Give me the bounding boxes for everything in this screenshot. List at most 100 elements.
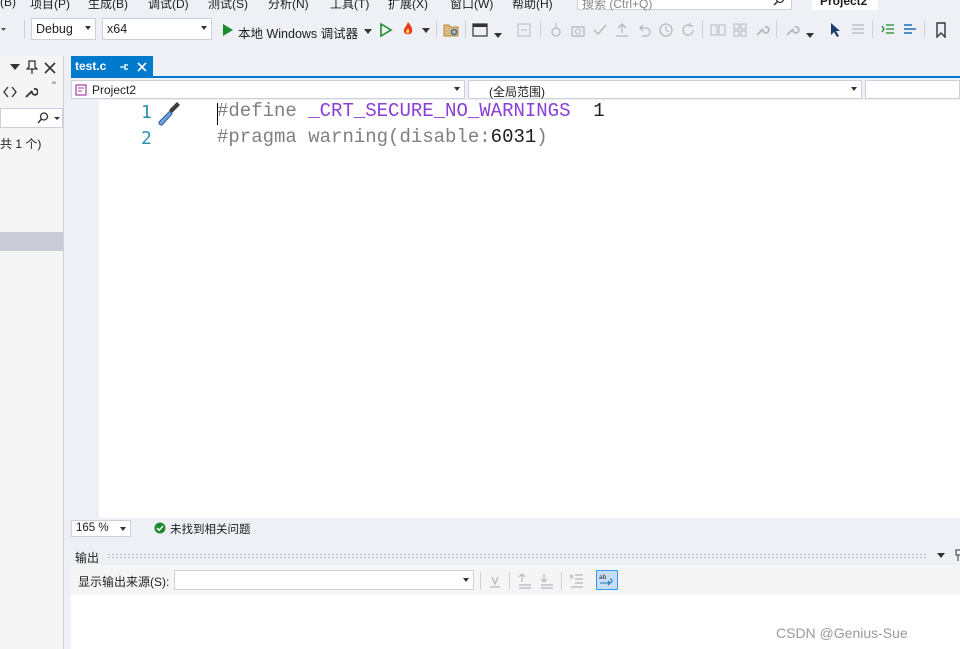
toolbar-separator [480, 572, 481, 590]
word-wrap-toggle[interactable]: ab [596, 570, 618, 590]
dropdown-arrow-icon[interactable] [0, 22, 16, 38]
code-editor[interactable]: 1 2 #define _CRT_SECURE_NO_WARNINGS 1 #p… [71, 100, 960, 518]
tab-test-c[interactable]: test.c [71, 56, 153, 76]
cursor-icon[interactable] [828, 22, 844, 38]
start-without-debugging-icon[interactable] [378, 22, 394, 38]
menu-item-tools[interactable]: 工具(T) [330, 0, 369, 12]
output-header: 输出 [71, 545, 960, 565]
menu-item-test[interactable]: 测试(S) [208, 0, 248, 12]
toolbar-separator [561, 572, 562, 590]
selected-tree-item[interactable] [0, 232, 63, 251]
solution-count-text: 共 1 个) [0, 137, 42, 151]
scope-dropdown[interactable]: (全局范围) [468, 80, 862, 99]
next-message-icon[interactable] [539, 573, 555, 589]
toolbar-separator [872, 20, 873, 38]
word-wrap-icon: ab [599, 574, 613, 586]
toolbar-separator [776, 20, 777, 38]
toolbar-separator [436, 20, 437, 38]
upload-icon[interactable] [614, 22, 630, 38]
chevron-down-icon[interactable] [422, 28, 430, 34]
drag-handle[interactable] [107, 553, 927, 558]
search-placeholder: 搜索 (Ctrl+Q) [582, 0, 653, 11]
chevron-down-icon[interactable] [937, 553, 945, 559]
explorer-search-input[interactable] [0, 108, 63, 128]
grid-icon[interactable] [732, 22, 748, 38]
chevron-down-icon [454, 87, 460, 91]
toolbar-separator [702, 20, 703, 38]
hot-reload-icon[interactable] [400, 21, 416, 37]
pin-icon[interactable] [26, 60, 38, 74]
close-icon[interactable] [137, 62, 147, 72]
search-icon [773, 0, 785, 6]
project-icon [75, 84, 87, 96]
menu-item-build[interactable]: 生成(B) [88, 0, 128, 12]
bookmark-icon[interactable] [933, 22, 949, 38]
comment-toggle-icon[interactable] [902, 22, 918, 38]
search-icon [37, 112, 49, 124]
previous-message-icon[interactable] [517, 573, 533, 589]
menu-item-debug[interactable]: 调试(D) [148, 0, 189, 12]
menu-item-analyze[interactable]: 分析(N) [268, 0, 309, 12]
code-line-1: #define _CRT_SECURE_NO_WARNINGS 1 [217, 100, 605, 122]
toolbar-separator [540, 20, 541, 38]
output-source-dropdown[interactable] [174, 570, 474, 590]
toolbar-separator [465, 20, 466, 38]
issues-status-text[interactable]: 未找到相关问题 [170, 521, 251, 537]
check-icon[interactable] [592, 22, 608, 38]
history-icon[interactable] [658, 22, 674, 38]
line-number: 2 [141, 128, 152, 149]
chevron-down-icon [463, 578, 469, 582]
chevron-down-icon[interactable] [494, 33, 502, 39]
menu-item-project[interactable]: 项目(P) [30, 0, 70, 12]
solution-name-badge: Project2 [812, 0, 878, 10]
camera-icon[interactable] [570, 22, 586, 38]
menu-item-window[interactable]: 窗口(W) [450, 0, 493, 12]
wrench-icon[interactable] [24, 85, 38, 99]
pin-icon[interactable] [119, 62, 129, 72]
code-view-icon[interactable] [3, 86, 17, 98]
toolbar-separator [509, 572, 510, 590]
collapse-icon[interactable] [516, 22, 532, 38]
chevron-down-icon [851, 87, 857, 91]
code-line-2: #pragma warning(disable:6031) [217, 126, 548, 148]
quick-action-screwdriver-icon[interactable] [155, 100, 181, 126]
menu-item-extensions[interactable]: 扩展(X) [388, 0, 428, 12]
start-debugging-button[interactable]: 本地 Windows 调试器 [220, 20, 372, 41]
indent-icon[interactable] [880, 22, 896, 38]
member-dropdown[interactable] [865, 80, 960, 99]
window-layout-icon[interactable] [472, 22, 488, 38]
wrench-icon[interactable] [754, 22, 770, 38]
watermark-text: CSDN @Genius-Sue [776, 625, 908, 641]
refresh-icon[interactable] [680, 22, 696, 38]
chevron-down-icon[interactable] [806, 33, 814, 39]
check-circle-icon [154, 522, 166, 534]
chevron-down-icon[interactable] [10, 64, 20, 72]
close-icon[interactable] [44, 62, 56, 74]
svg-text:ab: ab [599, 574, 607, 581]
pin-icon[interactable] [955, 549, 960, 561]
undo-icon[interactable] [636, 22, 652, 38]
menu-item-build-partial[interactable]: (B) [0, 0, 16, 9]
split-icon[interactable] [710, 22, 726, 38]
format-icon[interactable] [850, 22, 866, 38]
toolbar-separator [24, 20, 25, 38]
solution-config-dropdown[interactable]: Debug [31, 18, 96, 40]
toolbar-separator [924, 20, 925, 38]
chevron-down-icon [120, 527, 126, 531]
chevron-down-icon [85, 26, 91, 30]
menu-item-help[interactable]: 帮助(H) [512, 0, 553, 12]
chevron-down-icon [201, 26, 207, 30]
search-input[interactable]: 搜索 (Ctrl+Q) [577, 0, 792, 11]
output-source-label: 显示输出来源(S): [78, 575, 170, 589]
clear-all-icon[interactable] [569, 573, 585, 589]
navigation-bar: Project2 (全局范围) [71, 78, 960, 100]
breakpoint-icon[interactable] [548, 22, 564, 38]
folder-view-icon[interactable] [443, 22, 459, 38]
find-message-icon[interactable] [487, 573, 503, 589]
tools-icon[interactable] [784, 22, 800, 38]
zoom-dropdown[interactable]: 165 % [71, 520, 131, 537]
output-title: 输出 [75, 551, 100, 565]
platform-dropdown[interactable]: x64 [102, 18, 212, 40]
project-dropdown[interactable]: Project2 [71, 80, 465, 99]
solution-explorer-panel: " 共 1 个) [0, 56, 64, 649]
